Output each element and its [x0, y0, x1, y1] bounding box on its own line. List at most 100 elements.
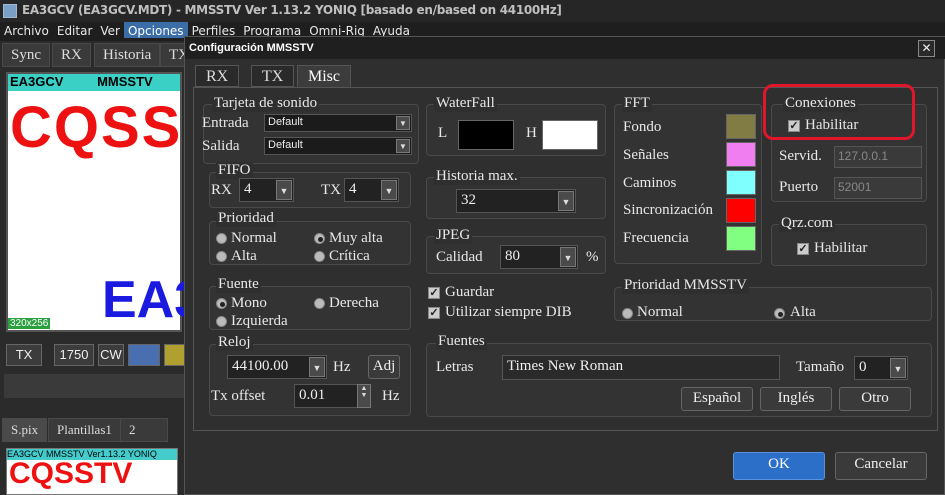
source-mono-radio[interactable]	[216, 298, 227, 309]
jpeg-unit: %	[586, 249, 599, 265]
config-dialog: Configuración MMSSTV ✕ RX TX Misc Tarjet…	[184, 36, 945, 495]
input-device-value: Default	[268, 116, 303, 128]
font-size-select[interactable]: 0 ▼	[854, 356, 908, 380]
fft-caminos-color[interactable]	[726, 170, 756, 195]
tab-sync[interactable]: Sync	[2, 43, 50, 67]
window-title: EA3GCV (EA3GCV.MDT) - MMSSTV Ver 1.13.2 …	[0, 0, 945, 22]
fifo-rx-select[interactable]: 4 ▼	[239, 178, 294, 202]
mmsstv-alta-radio[interactable]	[774, 308, 785, 319]
image-tool-icon[interactable]	[128, 344, 160, 366]
history-select[interactable]: 32 ▼	[456, 189, 576, 213]
tab-rx[interactable]: RX	[195, 65, 240, 87]
source-derecha-radio[interactable]	[314, 298, 325, 309]
fft-sync-color[interactable]	[726, 198, 756, 223]
template-tabs: S.pix Plantillas1 2	[0, 418, 190, 442]
waterfall-h-color[interactable]	[542, 120, 598, 150]
clock-input[interactable]: 44100.00 ▼	[227, 355, 327, 379]
output-device-select[interactable]: Default ▼	[264, 137, 412, 155]
adj-button[interactable]: Adj	[368, 355, 400, 379]
priority-critica-radio[interactable]	[314, 251, 325, 262]
jpeg-title: JPEG	[434, 227, 473, 244]
priority-normal-radio[interactable]	[216, 233, 227, 244]
mmsstv-priority-title: Prioridad MMSSTV	[622, 277, 749, 294]
menu-opciones[interactable]: Opciones	[123, 22, 188, 38]
port-label: Puerto	[779, 179, 819, 195]
sound-card-group	[203, 104, 419, 164]
app-icon	[3, 4, 17, 18]
priority-alta-radio[interactable]	[216, 251, 227, 262]
tab-spix[interactable]: S.pix	[2, 418, 48, 442]
spanish-button[interactable]: Español	[681, 387, 753, 411]
font-size-label: Tamaño	[796, 359, 845, 375]
sound-card-title: Tarjeta de sonido	[212, 95, 320, 112]
waterfall-l-color[interactable]	[458, 120, 514, 150]
fifo-tx-value: 4	[349, 181, 357, 197]
menu-archivo[interactable]: Archivo	[0, 22, 53, 38]
priority-normal-label: Normal	[231, 230, 277, 246]
source-izquierda-label: Izquierda	[231, 313, 288, 329]
tool-icon[interactable]	[164, 344, 186, 366]
server-label: Servid.	[779, 148, 822, 164]
jpeg-quality-select[interactable]: 80 ▼	[500, 245, 578, 269]
preview-size-label: 320x256	[8, 318, 51, 329]
output-label: Salida	[202, 138, 240, 154]
menu-ver[interactable]: Ver	[96, 22, 124, 38]
fft-sync-label: Sincronización	[623, 202, 713, 218]
chevron-down-icon: ▼	[558, 191, 574, 211]
output-device-value: Default	[268, 139, 303, 151]
qrz-title: Qrz.com	[779, 215, 836, 232]
tone-1750-button[interactable]: 1750	[54, 344, 94, 366]
fft-fondo-color[interactable]	[726, 114, 756, 139]
tab-plantillas1[interactable]: Plantillas1	[48, 418, 121, 442]
english-button[interactable]: Inglés	[760, 387, 832, 411]
fifo-tx-label: TX	[321, 182, 341, 198]
preview-callsign: EA3GCV	[10, 74, 64, 89]
chevron-down-icon: ▼	[381, 180, 397, 200]
tab-rx[interactable]: RX	[52, 43, 91, 67]
close-icon[interactable]: ✕	[918, 40, 935, 57]
source-izquierda-radio[interactable]	[216, 316, 227, 327]
tx-offset-input[interactable]: 0.01	[294, 384, 358, 408]
priority-muyalta-radio[interactable]	[314, 233, 325, 244]
highlight-annotation	[763, 84, 915, 140]
mmsstv-alta-label: Alta	[790, 304, 816, 320]
template-thumbnail[interactable]: EA3GCV MMSSTV Ver1.13.2 YONIQ CQSSTV	[6, 448, 178, 495]
tx-image-preview[interactable]: EA3GCV MMSSTV CQSS EA3 320x256	[6, 72, 203, 332]
save-checkbox[interactable]: ✓	[428, 287, 440, 299]
font-name-field[interactable]: Times New Roman	[502, 355, 780, 380]
priority-alta-label: Alta	[231, 248, 257, 264]
mmsstv-normal-label: Normal	[637, 304, 683, 320]
tx-offset-spinner[interactable]: ▲ ▼	[357, 384, 371, 408]
fifo-tx-select[interactable]: 4 ▼	[344, 178, 399, 202]
preview-header: EA3GCV MMSSTV	[8, 74, 180, 91]
qrz-enable-label: Habilitar	[814, 240, 868, 256]
tx-offset-unit: Hz	[382, 388, 400, 404]
chevron-down-icon: ▼	[560, 247, 576, 267]
priority-title: Prioridad	[216, 210, 276, 227]
waterfall-h-label: H	[526, 125, 537, 141]
dib-checkbox[interactable]: ✓	[428, 307, 440, 319]
tab-misc[interactable]: Misc	[297, 65, 351, 87]
mmsstv-normal-radio[interactable]	[622, 308, 633, 319]
server-input[interactable]: 127.0.0.1	[834, 146, 922, 168]
port-input[interactable]: 52001	[834, 177, 922, 199]
fifo-rx-label: RX	[211, 182, 232, 198]
tab-tx[interactable]: TX	[251, 65, 295, 87]
tab-historia[interactable]: Historia	[94, 43, 161, 67]
other-font-button[interactable]: Otro	[839, 387, 911, 411]
tab-2[interactable]: 2	[120, 418, 168, 442]
fft-caminos-label: Caminos	[623, 175, 677, 191]
chevron-down-icon: ▼	[890, 358, 906, 378]
preview-appname: MMSSTV	[97, 74, 153, 89]
fft-senales-color[interactable]	[726, 142, 756, 167]
menu-editar[interactable]: Editar	[53, 22, 97, 38]
qrz-enable-checkbox[interactable]: ✓	[797, 243, 809, 255]
cancel-button[interactable]: Cancelar	[835, 452, 927, 480]
fft-freq-color[interactable]	[726, 226, 756, 251]
ok-button[interactable]: OK	[733, 452, 825, 480]
input-device-select[interactable]: Default ▼	[264, 114, 412, 132]
tx-button[interactable]: TX	[6, 344, 42, 366]
cw-button[interactable]: CW	[98, 344, 124, 366]
save-label: Guardar	[445, 284, 495, 300]
source-mono-label: Mono	[231, 295, 267, 311]
